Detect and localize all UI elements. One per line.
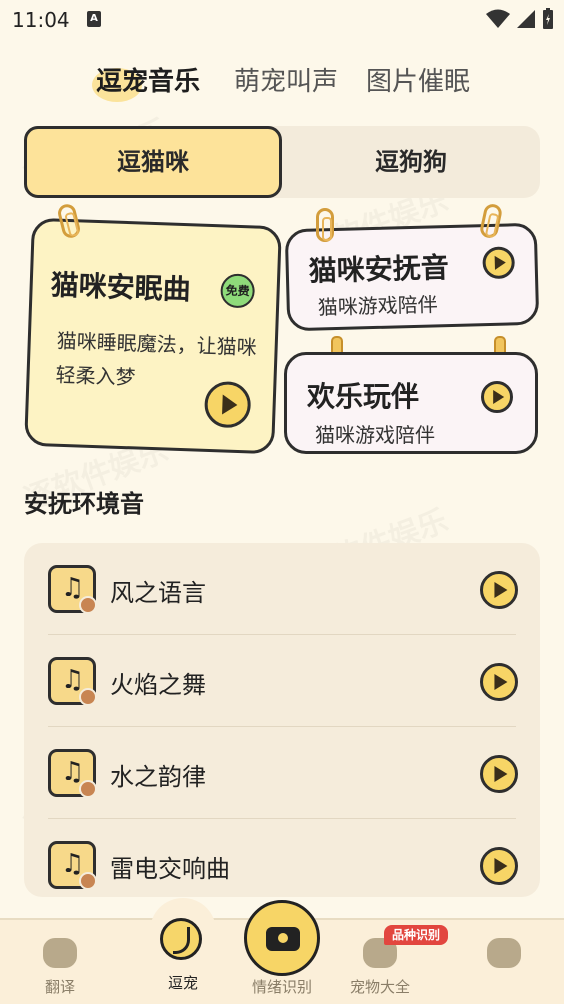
- play-icon[interactable]: [481, 381, 513, 413]
- play-icon[interactable]: [480, 663, 518, 701]
- list-item[interactable]: ♫ 水之韵律: [24, 727, 540, 819]
- sound-name: 雷电交响曲: [110, 855, 230, 883]
- paw-icon: [79, 872, 97, 890]
- segment-cat[interactable]: 逗猫咪: [24, 126, 282, 198]
- play-icon[interactable]: [482, 246, 516, 280]
- nav-label: 情绪识别: [251, 978, 312, 996]
- nav-label: 宠物大全: [349, 978, 410, 996]
- pet-type-segment: 逗猫咪 逗狗狗: [24, 126, 540, 198]
- profile-icon: [487, 938, 521, 968]
- card-subtitle: 猫咪游戏陪伴: [317, 292, 439, 320]
- play-icon[interactable]: [203, 380, 252, 429]
- paw-icon: [79, 596, 97, 614]
- sound-name: 火焰之舞: [110, 671, 206, 699]
- list-item[interactable]: ♫ 火焰之舞: [24, 635, 540, 727]
- battery-icon: [543, 8, 553, 29]
- ambient-sound-list: ♫ 风之语言 ♫ 火焰之舞 ♫ 水之韵律 ♫ 雷电交响曲: [24, 543, 540, 897]
- play-icon[interactable]: [480, 571, 518, 609]
- tab-pet-sounds[interactable]: 萌宠叫声: [234, 60, 338, 104]
- card-title: 欢乐玩伴: [307, 380, 420, 413]
- card-cat-lullaby[interactable]: 猫咪安眠曲 免费 猫咪睡眠魔法，让猫咪轻柔入梦: [24, 217, 282, 455]
- card-title: 猫咪安抚音: [308, 251, 450, 288]
- wifi-icon: [486, 9, 510, 28]
- status-icons: [486, 8, 554, 30]
- camera-lens: [276, 931, 290, 945]
- nav-label: 逗宠: [167, 974, 198, 992]
- breed-id-badge: 品种识别: [384, 925, 449, 945]
- free-badge: 免费: [220, 273, 256, 309]
- music-note-icon: ♫: [48, 565, 97, 614]
- card-happy-playmate[interactable]: 欢乐玩伴 猫咪游戏陪伴: [284, 352, 538, 454]
- list-item[interactable]: ♫ 风之语言: [24, 543, 540, 635]
- card-title: 猫咪安眠曲: [50, 268, 192, 307]
- notification-icon: A: [87, 11, 101, 27]
- tab-pet-music[interactable]: 逗宠音乐: [91, 60, 200, 104]
- camera-button[interactable]: [244, 900, 320, 976]
- list-item[interactable]: ♫ 雷电交响曲: [24, 819, 540, 897]
- paw-icon: [79, 688, 97, 706]
- top-tabs: 逗宠音乐 萌宠叫声 图片催眠: [91, 60, 516, 104]
- music-note-icon: ♫: [48, 841, 97, 890]
- translate-icon: [43, 938, 77, 968]
- nav-translate[interactable]: 翻译: [20, 920, 100, 997]
- status-time: 11:04: [12, 8, 70, 32]
- tab-image-hypnosis[interactable]: 图片催眠: [366, 60, 470, 104]
- nav-label: 翻译: [44, 978, 75, 996]
- sound-name: 风之语言: [110, 579, 206, 607]
- paper-clip-icon: [316, 208, 334, 242]
- music-note-icon: ♫: [48, 749, 97, 798]
- card-subtitle: 猫咪游戏陪伴: [315, 423, 435, 447]
- signal-icon: [517, 10, 535, 28]
- play-icon[interactable]: [480, 847, 518, 885]
- sound-name: 水之韵律: [110, 763, 206, 791]
- status-bar: 11:04 A: [0, 0, 564, 40]
- pet-play-active-icon[interactable]: [150, 898, 216, 964]
- section-title: 安抚环境音: [24, 490, 144, 518]
- segment-dog[interactable]: 逗狗狗: [282, 126, 540, 198]
- nav-profile[interactable]: [464, 920, 544, 968]
- music-note-icon: ♫: [48, 657, 97, 706]
- play-icon[interactable]: [480, 755, 518, 793]
- paw-icon: [79, 780, 97, 798]
